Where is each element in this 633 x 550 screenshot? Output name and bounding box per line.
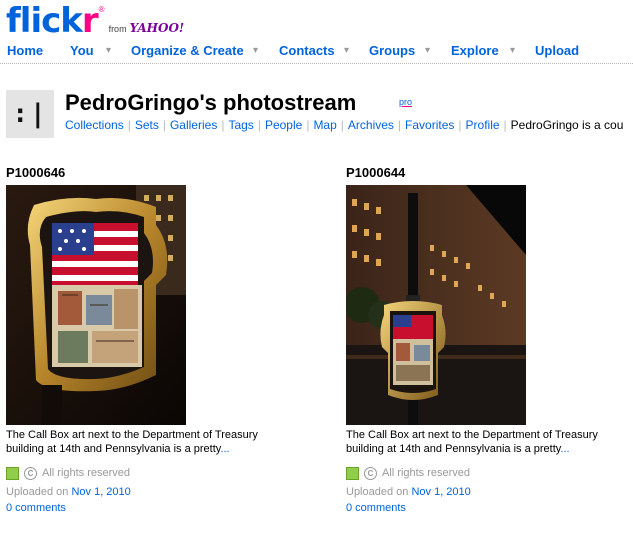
license-row[interactable]: C All rights reserved bbox=[6, 466, 266, 480]
nav-contacts-dropdown-icon[interactable]: ▾ bbox=[344, 41, 349, 61]
subnav-galleries[interactable]: Galleries bbox=[170, 118, 217, 132]
flickr-logo[interactable]: flickr ® from YAHOO! bbox=[6, 4, 185, 38]
profile-description: PedroGringo is a cou bbox=[510, 118, 624, 132]
callbox-photo-street bbox=[346, 185, 526, 425]
subnav-tags[interactable]: Tags bbox=[228, 118, 253, 132]
nav-organize-create[interactable]: Organize & Create bbox=[131, 41, 244, 61]
photo-card: P1000646 The Call Box art next to the De… bbox=[6, 165, 266, 514]
subnav-separator: | bbox=[458, 118, 462, 132]
nav-explore[interactable]: Explore bbox=[451, 41, 499, 61]
subnav-map[interactable]: Map bbox=[313, 118, 336, 132]
nav-upload[interactable]: Upload bbox=[535, 41, 579, 61]
subnav-separator: | bbox=[340, 118, 344, 132]
copyright-icon: C bbox=[364, 466, 377, 480]
photo-title[interactable]: P1000644 bbox=[346, 165, 606, 183]
uploaded-label: Uploaded on bbox=[346, 486, 409, 498]
license-label: All rights reserved bbox=[382, 467, 471, 479]
page-title: PedroGringo's photostream bbox=[65, 90, 357, 115]
uploaded-date-link[interactable]: Nov 1, 2010 bbox=[71, 486, 130, 498]
avatar-glyph: :| bbox=[12, 99, 48, 129]
comments-link[interactable]: 0 comments bbox=[6, 502, 266, 514]
buddy-icon-avatar[interactable]: :| bbox=[6, 90, 54, 138]
main-nav: Home You ▾ Organize & Create ▾ Contacts … bbox=[0, 41, 633, 64]
uploaded-row: Uploaded on Nov 1, 2010 bbox=[346, 486, 606, 498]
subnav-separator: | bbox=[221, 118, 225, 132]
subnav-separator: | bbox=[127, 118, 131, 132]
nav-groups-dropdown-icon[interactable]: ▾ bbox=[425, 41, 430, 61]
license-label: All rights reserved bbox=[42, 467, 131, 479]
license-green-square-icon bbox=[6, 466, 19, 480]
uploaded-label: Uploaded on bbox=[6, 486, 69, 498]
photo-card: P1000644 The Call Box art next to the De… bbox=[346, 165, 606, 514]
nav-contacts[interactable]: Contacts bbox=[279, 41, 335, 61]
nav-explore-dropdown-icon[interactable]: ▾ bbox=[510, 41, 515, 61]
subnav-separator: | bbox=[257, 118, 261, 132]
yahoo-logo: YAHOO! bbox=[129, 21, 185, 35]
nav-groups[interactable]: Groups bbox=[369, 41, 415, 61]
more-link[interactable]: ... bbox=[220, 443, 229, 455]
nav-you-dropdown-icon[interactable]: ▾ bbox=[106, 41, 111, 61]
logo-trademark: ® bbox=[98, 5, 105, 14]
subnav-separator: | bbox=[162, 118, 166, 132]
subnav-separator: | bbox=[397, 118, 402, 132]
subnav-separator: | bbox=[306, 118, 310, 132]
photo-description: The Call Box art next to the Department … bbox=[6, 428, 261, 456]
nav-you[interactable]: You bbox=[70, 41, 94, 61]
subnav-separator: | bbox=[503, 118, 507, 132]
logo-text-pink: r bbox=[81, 1, 99, 41]
photo-thumbnail[interactable] bbox=[346, 185, 526, 425]
comments-link[interactable]: 0 comments bbox=[346, 502, 606, 514]
subnav-people[interactable]: People bbox=[265, 118, 302, 132]
subnav-collections[interactable]: Collections bbox=[65, 118, 124, 132]
callbox-photo-closeup bbox=[6, 185, 186, 425]
subnav-profile[interactable]: Profile bbox=[466, 118, 500, 132]
photostream-subnav: Collections | Sets | Galleries | Tags | People | M… bbox=[65, 118, 623, 132]
subnav-sets[interactable]: Sets bbox=[135, 118, 159, 132]
photo-description: The Call Box art next to the Department … bbox=[346, 428, 601, 456]
subnav-favorites[interactable]: Favorites bbox=[405, 118, 454, 132]
copyright-icon: C bbox=[24, 466, 37, 480]
photo-thumbnail[interactable] bbox=[6, 185, 186, 425]
more-link[interactable]: ... bbox=[560, 443, 569, 455]
nav-organize-dropdown-icon[interactable]: ▾ bbox=[253, 41, 258, 61]
uploaded-row: Uploaded on Nov 1, 2010 bbox=[6, 486, 266, 498]
subnav-archives[interactable]: Archives bbox=[348, 118, 394, 132]
logo-from-label: from bbox=[108, 24, 127, 34]
license-row[interactable]: C All rights reserved bbox=[346, 466, 606, 480]
license-green-square-icon bbox=[346, 466, 359, 480]
photo-title[interactable]: P1000646 bbox=[6, 165, 266, 183]
nav-home[interactable]: Home bbox=[7, 41, 43, 61]
uploaded-date-link[interactable]: Nov 1, 2010 bbox=[411, 486, 470, 498]
logo-text-blue: flick bbox=[6, 1, 83, 41]
pro-badge[interactable]: pro bbox=[399, 97, 412, 107]
